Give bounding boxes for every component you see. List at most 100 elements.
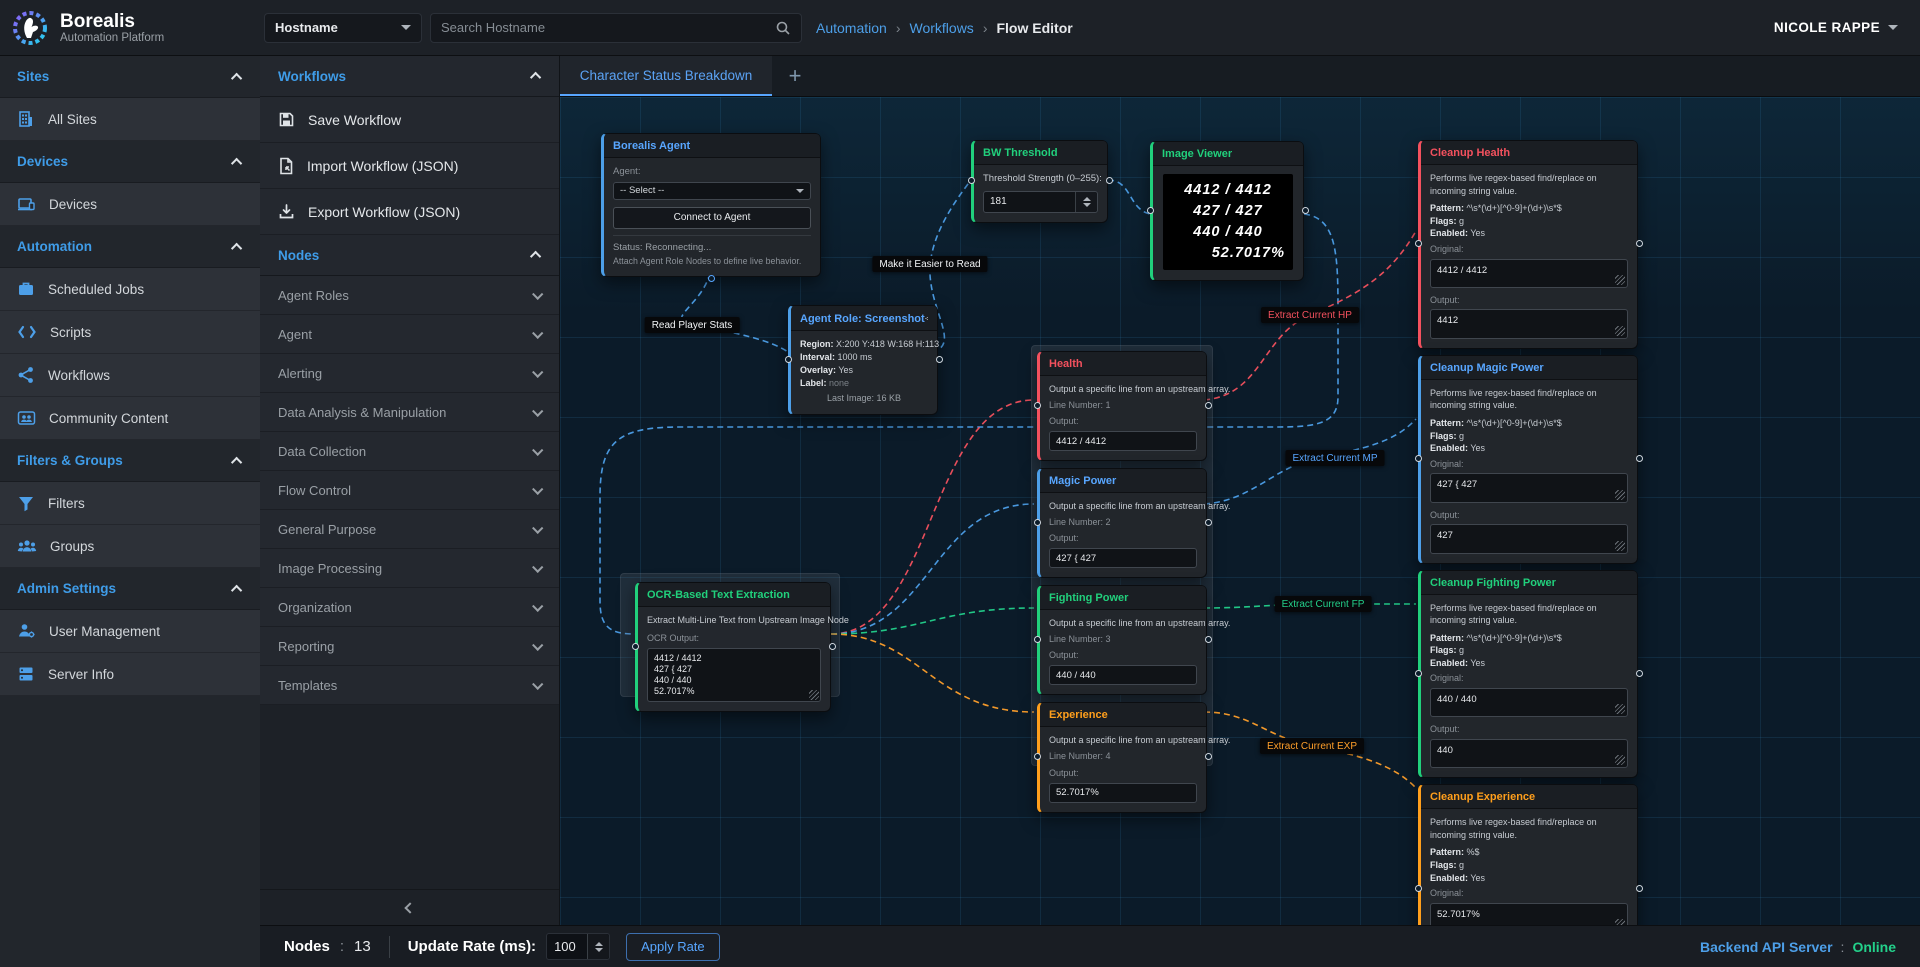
sidebar-item-all-sites[interactable]: All Sites	[0, 98, 260, 141]
number-stepper[interactable]	[587, 934, 609, 959]
section-sites[interactable]: Sites	[0, 56, 260, 98]
node-category[interactable]: Alerting	[260, 354, 559, 393]
sidebar-item-workflows[interactable]: Workflows	[0, 354, 260, 397]
edge-ocr-to-experience[interactable]	[831, 634, 1034, 712]
breadcrumb-automation[interactable]: Automation	[816, 20, 887, 36]
section-devices[interactable]: Devices	[0, 141, 260, 183]
node-line-extract[interactable]: Fighting Power Output a specific line fr…	[1037, 585, 1207, 695]
node-borealis-agent[interactable]: Borealis Agent Agent: -- Select -- Conne…	[601, 133, 821, 277]
edge-label-extract-current-hp[interactable]: Extract Current HP	[1261, 307, 1359, 323]
edge-label-extract-current-mp[interactable]: Extract Current MP	[1285, 450, 1384, 466]
workflows-panel-header[interactable]: Workflows	[260, 56, 559, 97]
sidebar-item-user-management[interactable]: User Management	[0, 610, 260, 653]
resize-handle[interactable]	[1615, 755, 1625, 765]
node-category[interactable]: Data Analysis & Manipulation	[260, 393, 559, 432]
original-textarea[interactable]: 4412 / 4412	[1430, 259, 1628, 288]
resize-handle[interactable]	[809, 690, 819, 700]
resize-handle[interactable]	[1615, 275, 1625, 285]
node-category[interactable]: Agent	[260, 315, 559, 354]
node-regex-cleanup[interactable]: Cleanup Health Performs live regex-based…	[1418, 140, 1638, 349]
user-menu[interactable]: NICOLE RAPPE	[1774, 20, 1898, 35]
edge-label-extract-current-exp[interactable]: Extract Current EXP	[1260, 738, 1364, 754]
output-textarea[interactable]: 4412	[1430, 309, 1628, 338]
line-output-field[interactable]	[1049, 431, 1197, 451]
number-stepper[interactable]	[1075, 192, 1097, 212]
add-tab-button[interactable]: +	[772, 56, 818, 96]
input-handle[interactable]	[1415, 885, 1422, 892]
edge-bwthreshold-to-imageviewer[interactable]	[1108, 180, 1150, 214]
sidebar-item-scripts[interactable]: Scripts	[0, 311, 260, 354]
section-automation[interactable]: Automation	[0, 226, 260, 268]
edge-ocr-to-magicpower[interactable]	[831, 504, 1034, 634]
node-line-extract[interactable]: Health Output a specific line from an up…	[1037, 351, 1207, 461]
original-textarea[interactable]: 427 { 427	[1430, 473, 1628, 502]
input-handle[interactable]	[632, 643, 639, 650]
output-handle[interactable]	[1636, 670, 1643, 677]
node-category[interactable]: Reporting	[260, 627, 559, 666]
edge-ocr-to-health[interactable]	[831, 400, 1034, 634]
output-handle[interactable]	[1205, 402, 1212, 409]
edge-label-read-player-stats[interactable]: Read Player Stats	[645, 317, 740, 333]
resize-handle[interactable]	[1615, 326, 1625, 336]
breadcrumb-workflows[interactable]: Workflows	[910, 20, 974, 36]
output-handle[interactable]	[1636, 885, 1643, 892]
search-input[interactable]	[441, 20, 775, 35]
save-workflow-button[interactable]: Save Workflow	[260, 97, 559, 143]
resize-handle[interactable]	[1615, 704, 1625, 714]
edge-label-extract-current-fp[interactable]: Extract Current FP	[1275, 596, 1372, 612]
section-filters-groups[interactable]: Filters & Groups	[0, 440, 260, 482]
hostname-select[interactable]: Hostname	[264, 13, 422, 43]
input-handle[interactable]	[1147, 207, 1154, 214]
line-output-field[interactable]	[1049, 548, 1197, 568]
export-workflow-button[interactable]: Export Workflow (JSON)	[260, 189, 559, 235]
node-ocr-text-extraction[interactable]: OCR-Based Text Extraction Extract Multi-…	[635, 582, 831, 712]
flow-canvas[interactable]: Borealis Agent Agent: -- Select -- Conne…	[560, 97, 1920, 925]
ocr-output-textarea[interactable]: 4412 / 4412 427 { 427 440 / 440 52.7017%	[647, 648, 821, 702]
nodes-panel-header[interactable]: Nodes	[260, 235, 559, 276]
update-rate-input[interactable]: 100	[546, 933, 610, 960]
input-handle[interactable]	[1034, 402, 1041, 409]
resize-handle[interactable]	[1615, 490, 1625, 500]
original-textarea[interactable]: 52.7017%	[1430, 903, 1628, 925]
node-regex-cleanup[interactable]: Cleanup Fighting Power Performs live reg…	[1418, 570, 1638, 779]
node-category[interactable]: Agent Roles	[260, 276, 559, 315]
node-regex-cleanup[interactable]: Cleanup Experience Performs live regex-b…	[1418, 784, 1638, 925]
import-workflow-button[interactable]: Import Workflow (JSON)	[260, 143, 559, 189]
line-output-field[interactable]	[1049, 665, 1197, 685]
section-admin-settings[interactable]: Admin Settings	[0, 568, 260, 610]
sidebar-item-scheduled-jobs[interactable]: Scheduled Jobs	[0, 268, 260, 311]
node-category[interactable]: Organization	[260, 588, 559, 627]
hostname-search[interactable]	[430, 13, 802, 43]
sidebar-item-community-content[interactable]: Community Content	[0, 397, 260, 440]
connect-to-agent-button[interactable]: Connect to Agent	[613, 207, 811, 229]
node-category[interactable]: General Purpose	[260, 510, 559, 549]
sidebar-item-server-info[interactable]: Server Info	[0, 653, 260, 696]
sidebar-item-groups[interactable]: Groups	[0, 525, 260, 568]
line-output-field[interactable]	[1049, 783, 1197, 803]
output-handle[interactable]	[1302, 207, 1309, 214]
node-regex-cleanup[interactable]: Cleanup Magic Power Performs live regex-…	[1418, 355, 1638, 564]
node-agent-role-screenshot[interactable]: Agent Role: Screenshot Region: X:200 Y:4…	[788, 305, 938, 415]
node-category[interactable]: Templates	[260, 666, 559, 705]
node-image-viewer[interactable]: Image Viewer 4412 / 4412 427 / 427 440 /…	[1150, 141, 1304, 281]
node-line-extract[interactable]: Magic Power Output a specific line from …	[1037, 468, 1207, 578]
output-textarea[interactable]: 427	[1430, 524, 1628, 553]
original-textarea[interactable]: 440 / 440	[1430, 688, 1628, 717]
apply-rate-button[interactable]: Apply Rate	[626, 933, 720, 961]
tab-character-status-breakdown[interactable]: Character Status Breakdown	[560, 56, 772, 96]
node-bw-threshold[interactable]: BW Threshold Threshold Strength (0–255):…	[971, 140, 1108, 223]
node-line-extract[interactable]: Experience Output a specific line from a…	[1037, 702, 1207, 812]
collapse-panel-button[interactable]	[260, 889, 559, 925]
output-textarea[interactable]: 440	[1430, 739, 1628, 768]
node-category[interactable]: Image Processing	[260, 549, 559, 588]
share-icon[interactable]	[925, 312, 928, 325]
sidebar-item-devices[interactable]: Devices	[0, 183, 260, 226]
threshold-input[interactable]: 181	[983, 191, 1098, 213]
node-category[interactable]: Data Collection	[260, 432, 559, 471]
node-category[interactable]: Flow Control	[260, 471, 559, 510]
agent-select[interactable]: -- Select --	[613, 182, 811, 200]
edge-label-make-easier-to-read[interactable]: Make it Easier to Read	[872, 256, 987, 272]
sidebar-item-filters[interactable]: Filters	[0, 482, 260, 525]
resize-handle[interactable]	[1615, 541, 1625, 551]
search-icon[interactable]	[775, 20, 791, 36]
